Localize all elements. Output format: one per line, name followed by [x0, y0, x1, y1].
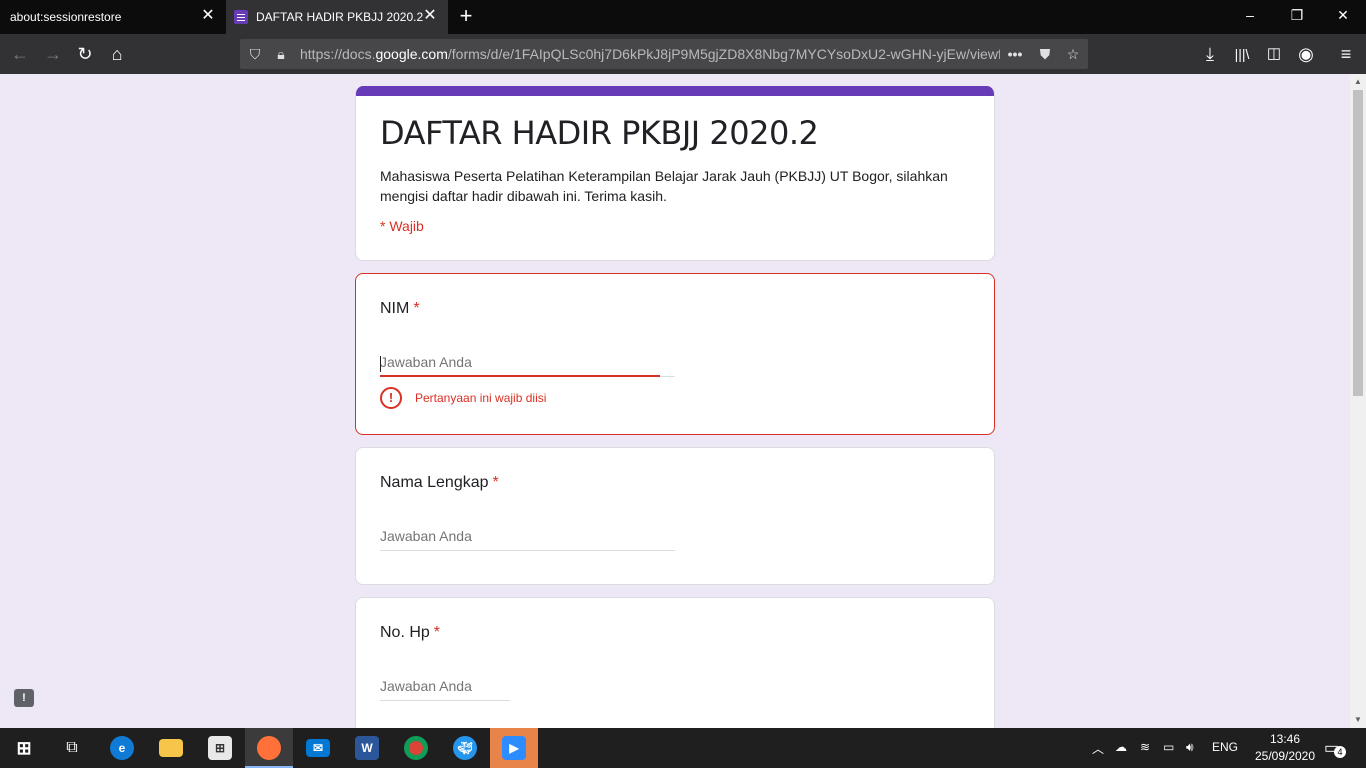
wifi-icon[interactable]: ≋: [1140, 740, 1150, 754]
tray-overflow-chevron-icon[interactable]: ︿: [1092, 740, 1104, 757]
tab-close-icon[interactable]: ✕: [422, 8, 438, 24]
form-title: DAFTAR HADIR PKBJJ 2020.2: [380, 114, 819, 152]
tab-form[interactable]: DAFTAR HADIR PKBJJ 2020.2 ✕: [226, 0, 448, 34]
input-underline: [380, 700, 510, 701]
form-description: Mahasiswa Peserta Pelatihan Keterampilan…: [380, 168, 948, 204]
nama-lengkap-input[interactable]: [380, 528, 675, 544]
url-domain: google.com: [375, 46, 448, 62]
battery-icon[interactable]: ▭: [1163, 740, 1174, 754]
form-accent-bar: [356, 86, 994, 96]
store-icon[interactable]: ⊞: [196, 728, 244, 768]
browser-tab-bar: about:sessionrestore ✕ DAFTAR HADIR PKBJ…: [0, 0, 1366, 34]
required-star: *: [492, 474, 499, 491]
url-path: /forms/d/e/1FAIpQLSc0hj7D6kPkJ8jP9M5gjZD…: [447, 46, 1000, 62]
scroll-down-icon[interactable]: ▼: [1353, 715, 1363, 725]
back-arrow-icon[interactable]: ←: [8, 42, 32, 66]
required-star: *: [433, 624, 441, 641]
error-underline: [380, 375, 660, 377]
question-title: Nama Lengkap *: [380, 474, 499, 492]
text-caret: [380, 356, 381, 372]
new-tab-plus-icon[interactable]: +: [455, 5, 477, 28]
error-message: Pertanyaan ini wajib diisi: [415, 391, 547, 405]
question-title: No. Hp *: [380, 624, 440, 642]
restore-icon[interactable]: ❐: [1287, 5, 1307, 25]
firefox-icon[interactable]: [245, 728, 293, 768]
url-prefix: https://docs.: [300, 46, 376, 62]
home-icon[interactable]: ⌂: [105, 42, 129, 66]
form-header-card: DAFTAR HADIR PKBJJ 2020.2 Mahasiswa Pese…: [355, 86, 995, 261]
question-label: Nama Lengkap: [380, 474, 489, 491]
pocket-icon[interactable]: ⛊: [1036, 45, 1054, 63]
word-icon[interactable]: W: [343, 728, 391, 768]
menu-hamburger-icon[interactable]: ≡: [1334, 42, 1358, 66]
action-center-icon[interactable]: ▭ 4: [1324, 738, 1346, 758]
windows-taskbar: ⊞ ⧉ e ⊞ ✉ W 🐳︎ ▶ ︿ ☁ ≋ ▭ 🔊︎ ENG 13:46 25…: [0, 728, 1366, 768]
minimize-icon[interactable]: –: [1240, 5, 1260, 25]
reload-icon[interactable]: ↻: [73, 42, 97, 66]
zoom-icon[interactable]: ▶: [490, 728, 538, 768]
page-content: DAFTAR HADIR PKBJJ 2020.2 Mahasiswa Pese…: [0, 74, 1350, 728]
shield-icon[interactable]: ⛉: [246, 45, 264, 63]
cloud-offline-icon[interactable]: ☁: [1115, 740, 1127, 754]
library-icon[interactable]: |||\: [1230, 42, 1254, 66]
question-card-no-hp: No. Hp *: [355, 597, 995, 728]
error-icon: !: [380, 387, 402, 409]
chrome-icon[interactable]: [392, 728, 440, 768]
no-hp-input[interactable]: [380, 678, 510, 694]
mail-icon[interactable]: ✉: [294, 728, 342, 768]
tab-close-icon[interactable]: ✕: [200, 8, 216, 24]
question-label: NIM: [380, 300, 410, 317]
question-card-nama-lengkap: Nama Lengkap *: [355, 447, 995, 585]
required-star: *: [413, 300, 420, 317]
scroll-up-icon[interactable]: ▲: [1353, 77, 1363, 87]
nim-input[interactable]: [380, 354, 675, 370]
url-text[interactable]: https://docs.google.com/forms/d/e/1FAIpQ…: [300, 46, 1000, 62]
required-note: * Wajib: [380, 218, 424, 234]
language-indicator[interactable]: ENG: [1212, 740, 1238, 754]
window-close-icon[interactable]: ✕: [1333, 5, 1353, 25]
bookmark-star-icon[interactable]: ☆: [1064, 45, 1082, 63]
tab-label: about:sessionrestore: [10, 10, 122, 24]
lock-icon[interactable]: 🔒︎: [272, 45, 290, 63]
clock-time[interactable]: 13:46: [1262, 732, 1308, 746]
input-underline: [380, 550, 675, 551]
tab-sessionrestore[interactable]: about:sessionrestore ✕: [0, 0, 226, 34]
tab-label: DAFTAR HADIR PKBJJ 2020.2: [256, 10, 424, 24]
clock-date[interactable]: 25/09/2020: [1246, 749, 1324, 763]
file-explorer-icon[interactable]: [147, 728, 195, 768]
page-scrollbar[interactable]: ▲ ▼: [1350, 74, 1366, 728]
forms-favicon-icon: [234, 10, 248, 24]
account-icon[interactable]: ◉: [1294, 42, 1318, 66]
notification-count: 4: [1334, 746, 1346, 758]
question-title: NIM *: [380, 300, 420, 318]
report-feedback-icon[interactable]: !: [14, 689, 34, 707]
question-card-nim: NIM* ! Pertanyaan ini wajib diisi: [355, 273, 995, 435]
task-view-icon[interactable]: ⧉: [48, 728, 96, 768]
start-icon[interactable]: ⊞: [0, 728, 48, 768]
url-bar[interactable]: ⛉ 🔒︎ https://docs.google.com/forms/d/e/1…: [240, 39, 1088, 69]
question-label: No. Hp: [380, 624, 430, 641]
edge-icon[interactable]: e: [98, 728, 146, 768]
more-actions-icon[interactable]: •••: [1006, 45, 1024, 63]
sidebar-icon[interactable]: ◫: [1262, 42, 1286, 66]
downloads-icon[interactable]: ⤓: [1198, 42, 1222, 66]
docker-icon[interactable]: 🐳︎: [441, 728, 489, 768]
forward-arrow-icon[interactable]: →: [41, 42, 65, 66]
scroll-thumb[interactable]: [1353, 90, 1363, 396]
volume-icon[interactable]: 🔊︎: [1186, 740, 1194, 755]
browser-toolbar: ← → ↻ ⌂ ⛉ 🔒︎ https://docs.google.com/for…: [0, 34, 1366, 74]
